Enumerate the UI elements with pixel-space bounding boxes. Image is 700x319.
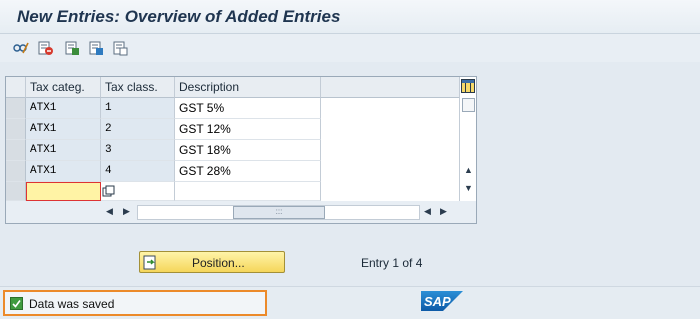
scroll-thumb[interactable] [462,98,475,112]
horizontal-scroll-thumb[interactable]: ::: [233,206,325,219]
entries-table: Tax categ. Tax class. Description ATX1 1… [5,76,477,224]
select-all-icon[interactable] [64,40,80,56]
cell-tax-class[interactable]: 3 [101,140,175,161]
row-selector[interactable] [6,119,26,140]
cell-tax-class[interactable]: 1 [101,98,175,119]
status-message-text: Data was saved [29,297,115,311]
column-header-tax-category[interactable]: Tax categ. [26,77,101,98]
cell-tax-category[interactable]: ATX1 [26,98,101,119]
position-button-label: Position... [192,256,245,270]
select-all-corner[interactable] [6,77,26,98]
cell-description[interactable]: GST 12% [175,119,321,140]
column-settings-icon[interactable] [461,79,475,93]
row-selector[interactable] [6,161,26,182]
cell-tax-class[interactable]: 2 [101,119,175,140]
search-help-icon[interactable] [102,185,115,198]
cell-description[interactable]: GST 28% [175,161,321,182]
new-entry-description-input[interactable] [175,182,321,201]
scroll-up-arrow-icon[interactable]: ▲ [464,165,473,175]
vertical-scrollbar[interactable]: ▲ ▼ [459,77,476,201]
cell-description[interactable]: GST 5% [175,98,321,119]
glasses-edit-icon[interactable] [13,40,29,56]
toolbar [0,34,700,62]
cell-tax-category[interactable]: ATX1 [26,161,101,182]
position-icon [143,255,156,270]
column-header-tax-class[interactable]: Tax class. [101,77,175,98]
cell-tax-category[interactable]: ATX1 [26,140,101,161]
horizontal-scrollbar: ◀ ▶ ::: ◀ ▶ [6,201,476,223]
row-selector[interactable] [6,182,26,201]
delete-row-icon[interactable] [37,40,53,56]
status-bar: Data was saved SAP [0,286,700,319]
scroll-right-arrow-icon[interactable]: ▶ [123,206,130,217]
deselect-icon[interactable] [112,40,128,56]
header-filler [321,77,459,98]
column-header-description[interactable]: Description [175,77,321,98]
entry-counter: Entry 1 of 4 [361,256,423,270]
cell-tax-category[interactable]: ATX1 [26,119,101,140]
horizontal-scroll-track[interactable]: ::: [137,205,420,220]
row-selector[interactable] [6,98,26,119]
success-check-icon [10,297,23,310]
position-button[interactable]: Position... [139,251,285,273]
sap-logo: SAP [421,291,463,311]
cell-description[interactable]: GST 18% [175,140,321,161]
cell-tax-class[interactable]: 4 [101,161,175,182]
select-block-icon[interactable] [88,40,104,56]
status-message[interactable]: Data was saved [3,290,267,316]
scroll-right-arrow-icon[interactable]: ▶ [440,206,447,217]
scroll-down-arrow-icon[interactable]: ▼ [464,183,473,193]
page-title: New Entries: Overview of Added Entries [17,7,341,26]
scroll-left-arrow-icon[interactable]: ◀ [106,206,113,217]
row-selector[interactable] [6,140,26,161]
title-bar: New Entries: Overview of Added Entries [0,0,700,34]
new-entry-tax-category-input[interactable] [26,182,101,201]
scroll-left-arrow-icon[interactable]: ◀ [424,206,431,217]
new-entry-tax-class-input[interactable] [101,182,175,201]
svg-text:SAP: SAP [424,294,451,309]
